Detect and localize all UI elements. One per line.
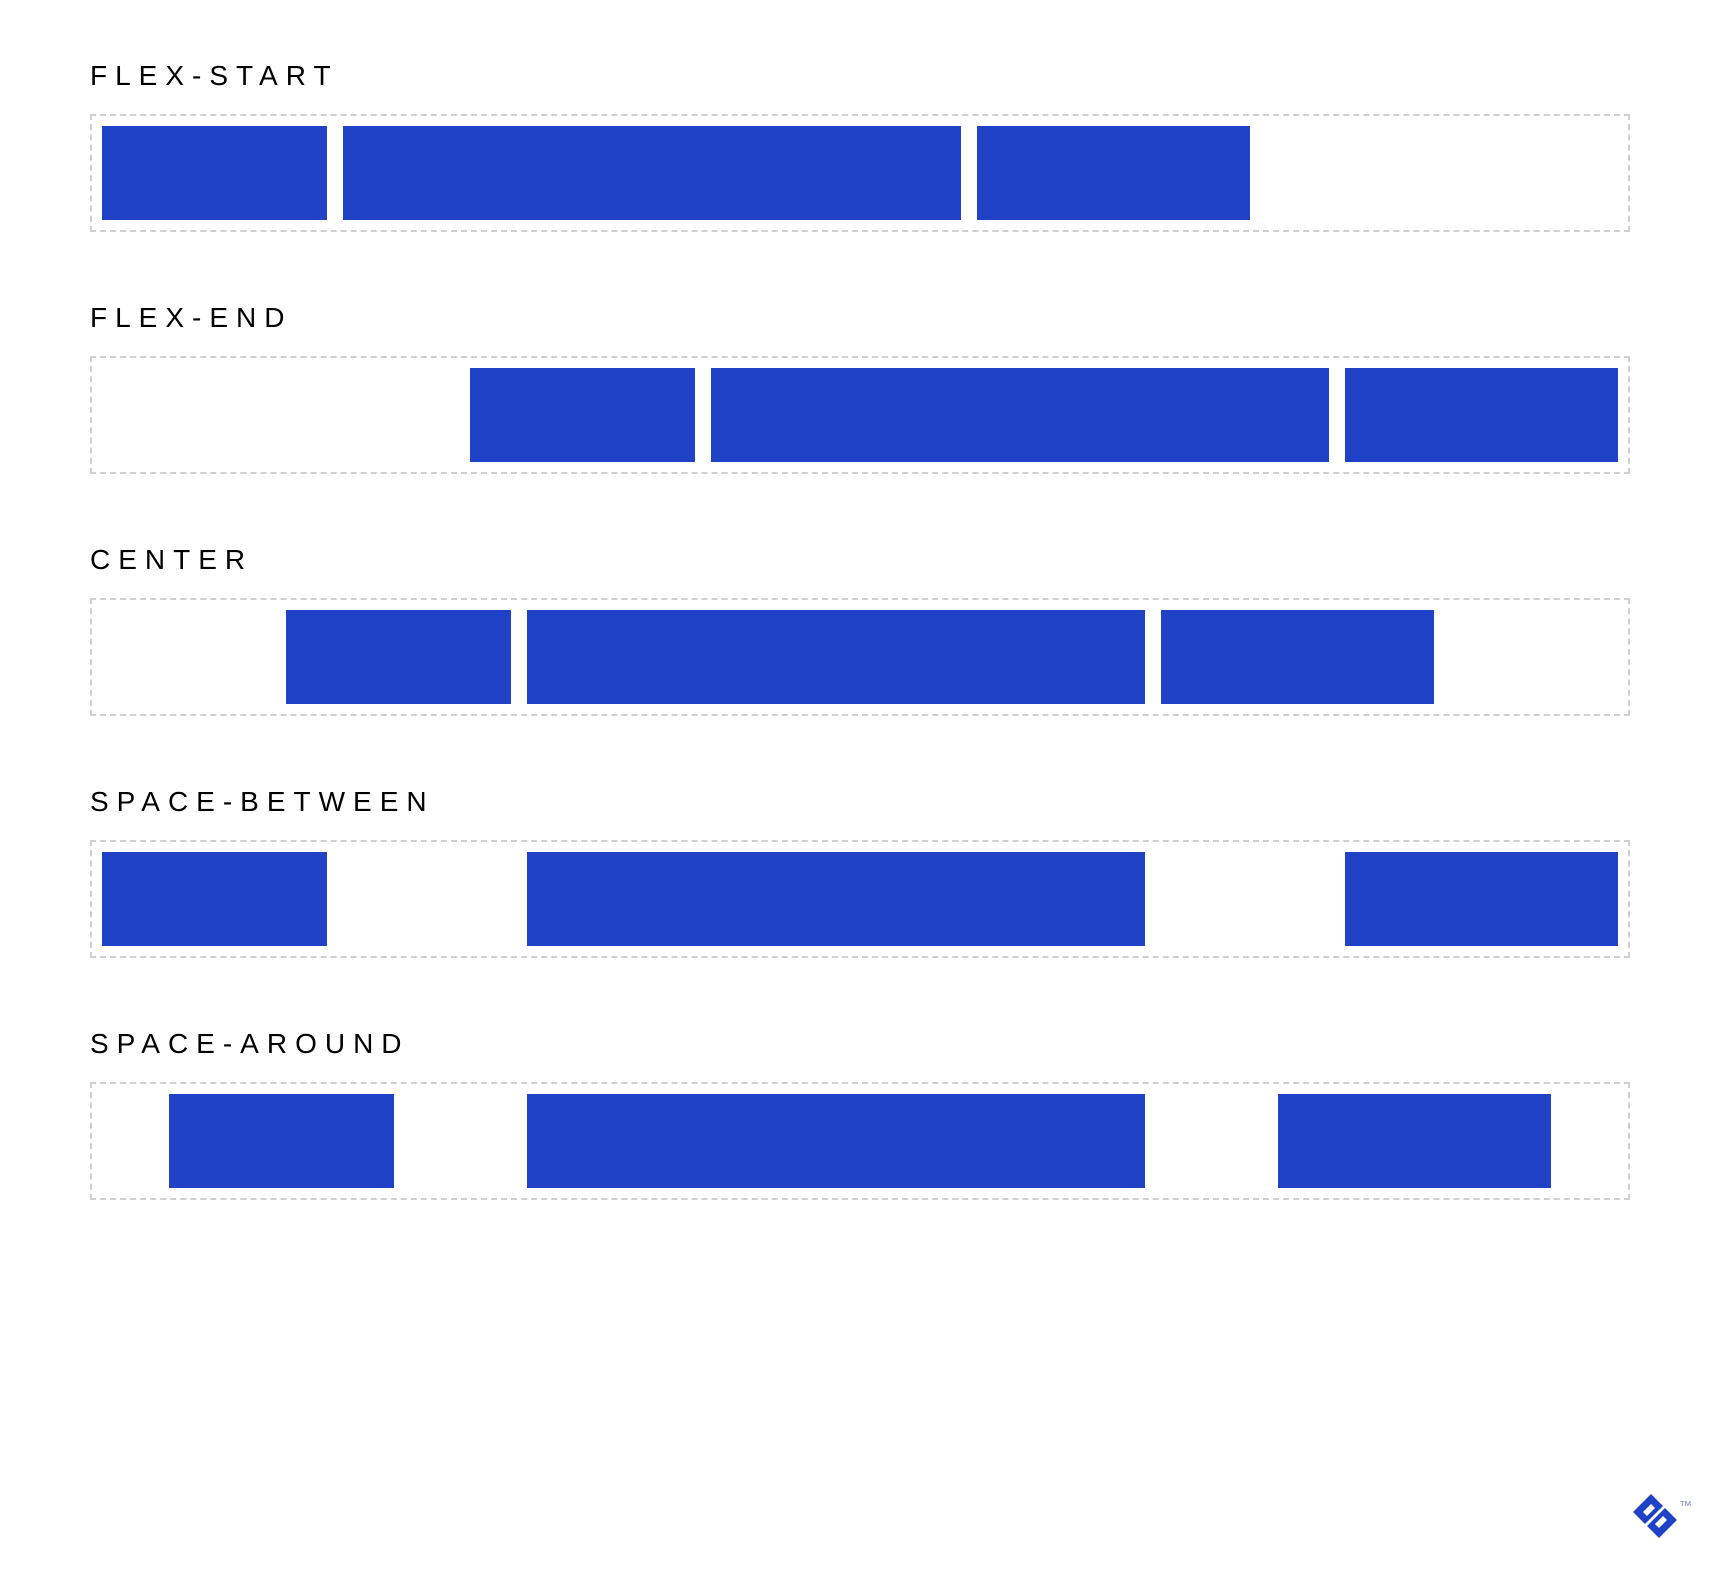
flex-item <box>527 1094 1145 1188</box>
flex-item <box>470 368 695 462</box>
section-label: SPACE-BETWEEN <box>90 786 1630 818</box>
section-label: CENTER <box>90 544 1630 576</box>
flex-container <box>90 840 1630 958</box>
flex-item <box>1345 852 1618 946</box>
section-flex-end: FLEX-END <box>90 302 1630 474</box>
flex-item <box>1161 610 1434 704</box>
toptal-logo-icon <box>1633 1494 1677 1548</box>
flex-container <box>90 598 1630 716</box>
flex-item <box>102 852 327 946</box>
flex-item <box>343 126 961 220</box>
flex-item <box>527 852 1145 946</box>
section-label: SPACE-AROUND <box>90 1028 1630 1060</box>
section-label: FLEX-START <box>90 60 1630 92</box>
flex-item <box>102 126 327 220</box>
section-space-around: SPACE-AROUND <box>90 1028 1630 1200</box>
section-flex-start: FLEX-START <box>90 60 1630 232</box>
section-space-between: SPACE-BETWEEN <box>90 786 1630 958</box>
flex-item <box>977 126 1250 220</box>
flex-container <box>90 356 1630 474</box>
flex-item <box>286 610 511 704</box>
section-center: CENTER <box>90 544 1630 716</box>
trademark-symbol: ™ <box>1679 1498 1692 1513</box>
flex-item <box>1278 1094 1551 1188</box>
flex-item <box>527 610 1145 704</box>
flex-item <box>1345 368 1618 462</box>
flex-container <box>90 114 1630 232</box>
flex-item <box>169 1094 394 1188</box>
flex-item <box>711 368 1329 462</box>
flex-container <box>90 1082 1630 1200</box>
toptal-logo: ™ <box>1633 1494 1692 1548</box>
section-label: FLEX-END <box>90 302 1630 334</box>
